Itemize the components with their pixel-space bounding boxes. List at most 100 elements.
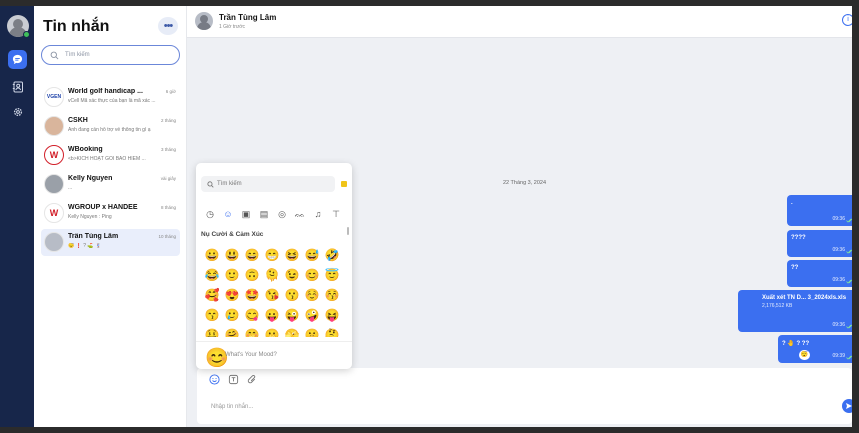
emoji-item[interactable]: 🙃: [242, 265, 262, 285]
send-button[interactable]: [842, 399, 852, 413]
search-icon: [207, 180, 214, 188]
emoji-picker: Tìm kiếm ◷ ☺ ▣ ▤ ◎ ᨐ ♫ ⊤ Nụ Cười & Cảm X…: [196, 163, 352, 369]
emoji-item[interactable]: 😝: [322, 305, 342, 325]
read-check-icon: [846, 249, 852, 254]
emoji-item[interactable]: 🤣: [322, 245, 342, 265]
read-check-icon: [846, 279, 852, 284]
conversation-avatar: W: [44, 145, 64, 165]
read-check-icon: [846, 355, 852, 360]
conversation-sidebar: Tin nhắn ••• Tìm kiếm VGEN World golf ha…: [34, 6, 187, 427]
emoji-item[interactable]: 🫠: [262, 265, 282, 285]
emoji-item[interactable]: 😚: [322, 285, 342, 305]
nav-rail: [0, 6, 34, 427]
conversation-item[interactable]: Kelly Nguyen vài giây ...: [41, 171, 180, 198]
emoji-item[interactable]: 😅: [302, 245, 322, 265]
mood-emoji: 😊: [205, 348, 229, 369]
emoji-item[interactable]: 😙: [202, 305, 222, 325]
message-composer: Nhập tin nhắn...: [197, 368, 852, 424]
emoji-item[interactable]: 🤑: [202, 325, 222, 337]
emoji-item[interactable]: ☺️: [302, 285, 322, 305]
conversation-avatar: [44, 232, 64, 252]
smiley-icon[interactable]: ☺: [222, 208, 234, 220]
conversation-item[interactable]: W WGROUP x HANDEE 8 tháng Kelly Nguyen :…: [41, 200, 180, 227]
online-status-dot: [23, 31, 30, 38]
emoji-item[interactable]: 🙂: [222, 265, 242, 285]
emoji-item[interactable]: 😍: [222, 285, 242, 305]
date-separator: 22 Tháng 3, 2024: [503, 180, 547, 186]
search-input[interactable]: Tìm kiếm: [41, 45, 180, 65]
conversation-item[interactable]: CSKH 2 tháng Anh đang cần hỗ trợ về thôn…: [41, 113, 180, 140]
emoji-item[interactable]: 😀: [202, 245, 222, 265]
app-window: Tin nhắn ••• Tìm kiếm VGEN World golf ha…: [0, 6, 852, 427]
music-icon[interactable]: ♫: [312, 208, 324, 220]
search-icon: [50, 51, 59, 59]
message-bubble[interactable]: ???? 09:36: [787, 230, 852, 257]
emoji-search-input[interactable]: Tìm kiếm: [201, 176, 335, 192]
emoji-item[interactable]: 😜: [282, 305, 302, 325]
bus-icon[interactable]: ▣: [240, 208, 252, 220]
emoji-item[interactable]: 🫣: [282, 325, 302, 337]
emoji-item[interactable]: 😄: [242, 245, 262, 265]
emoji-item[interactable]: 😆: [282, 245, 302, 265]
scrollbar[interactable]: [347, 227, 349, 235]
read-check-icon: [846, 324, 852, 329]
conversation-item[interactable]: VGEN World golf handicap ... 6 giờ vCell…: [41, 84, 180, 111]
skin-tone-selector[interactable]: [341, 181, 347, 187]
emoji-item[interactable]: 😃: [222, 245, 242, 265]
conversation-item[interactable]: W WBooking 3 tháng <b>KÍCH HOẠT GÓI BẢO …: [41, 142, 180, 169]
emoji-item[interactable]: 🤫: [302, 325, 322, 337]
emoji-item[interactable]: 😊: [302, 265, 322, 285]
emoji-item[interactable]: 🤪: [302, 305, 322, 325]
emoji-item[interactable]: 🤗: [222, 325, 242, 337]
car-icon[interactable]: ▤: [258, 208, 270, 220]
cat-icon[interactable]: ᨐ: [294, 208, 306, 220]
contact-status: 1 Giờ trước: [219, 24, 246, 30]
message-bubble[interactable]: ?? 09:36: [787, 260, 852, 287]
emoji-item[interactable]: 😉: [282, 265, 302, 285]
clock-icon[interactable]: ◷: [204, 208, 216, 220]
emoji-item[interactable]: 😋: [242, 305, 262, 325]
conversation-item-selected[interactable]: Trần Tùng Lâm 10 tháng 😴 ❗ ? ⛳ 💈: [41, 229, 180, 256]
conversation-avatar: W: [44, 203, 64, 223]
emoji-item[interactable]: 😂: [202, 265, 222, 285]
attachment-icon[interactable]: [247, 374, 258, 385]
emoji-item[interactable]: 🥲: [222, 305, 242, 325]
emoji-section-title: Nụ Cười & Cảm Xúc: [201, 231, 264, 238]
emoji-item[interactable]: 🤭: [242, 325, 262, 337]
message-bubble[interactable]: . 09:36: [787, 195, 852, 226]
reaction-badge[interactable]: 😴: [799, 350, 810, 360]
message-input[interactable]: Nhập tin nhắn...: [211, 404, 253, 410]
emoji-item[interactable]: 🤩: [242, 285, 262, 305]
ball-icon[interactable]: ◎: [276, 208, 288, 220]
emoji-item[interactable]: 🫢: [262, 325, 282, 337]
more-options-button[interactable]: •••: [158, 17, 178, 35]
emoji-item[interactable]: 😘: [262, 285, 282, 305]
emoji-item[interactable]: 😇: [322, 265, 342, 285]
emoji-item[interactable]: 🥰: [202, 285, 222, 305]
settings-gear-icon[interactable]: [8, 102, 27, 121]
read-check-icon: [846, 218, 852, 223]
contact-avatar[interactable]: [195, 12, 213, 30]
shirt-icon[interactable]: ⊤: [330, 208, 342, 220]
page-title: Tin nhắn: [43, 18, 110, 35]
emoji-grid: 😀😃😄😁😆😅🤣😂🙂🙃🫠😉😊😇🥰😍🤩😘😗☺️😚😙🥲😋😛😜🤪😝🤑🤗🤭🫢🫣🤫🤔🫡🤐🤨😐…: [202, 245, 344, 337]
mood-prompt: What's Your Mood?: [225, 352, 277, 358]
conversation-avatar: VGEN: [44, 87, 64, 107]
emoji-item[interactable]: 😗: [282, 285, 302, 305]
info-icon[interactable]: i: [842, 14, 852, 26]
send-icon: [846, 403, 852, 409]
chat-icon[interactable]: [8, 50, 27, 69]
emoji-icon[interactable]: [209, 374, 220, 385]
emoji-picker-footer: 😊 What's Your Mood?: [196, 341, 352, 369]
file-message-bubble[interactable]: Xuất xét TN D... 3_2024xls.xls 2,176,512…: [738, 290, 852, 332]
chat-header: Trần Tùng Lâm 1 Giờ trước i: [187, 6, 852, 38]
composer-toolbar: [209, 374, 258, 385]
emoji-item[interactable]: 😛: [262, 305, 282, 325]
contacts-icon[interactable]: [8, 77, 27, 96]
emoji-item[interactable]: 🤔: [322, 325, 342, 337]
message-bubble[interactable]: ? 🤚 ? ?? 😴 09:39: [778, 335, 852, 363]
emoji-item[interactable]: 😁: [262, 245, 282, 265]
sticker-icon[interactable]: [228, 374, 239, 385]
conversation-avatar: [44, 116, 64, 136]
emoji-category-tabs: ◷ ☺ ▣ ▤ ◎ ᨐ ♫ ⊤: [204, 208, 342, 220]
